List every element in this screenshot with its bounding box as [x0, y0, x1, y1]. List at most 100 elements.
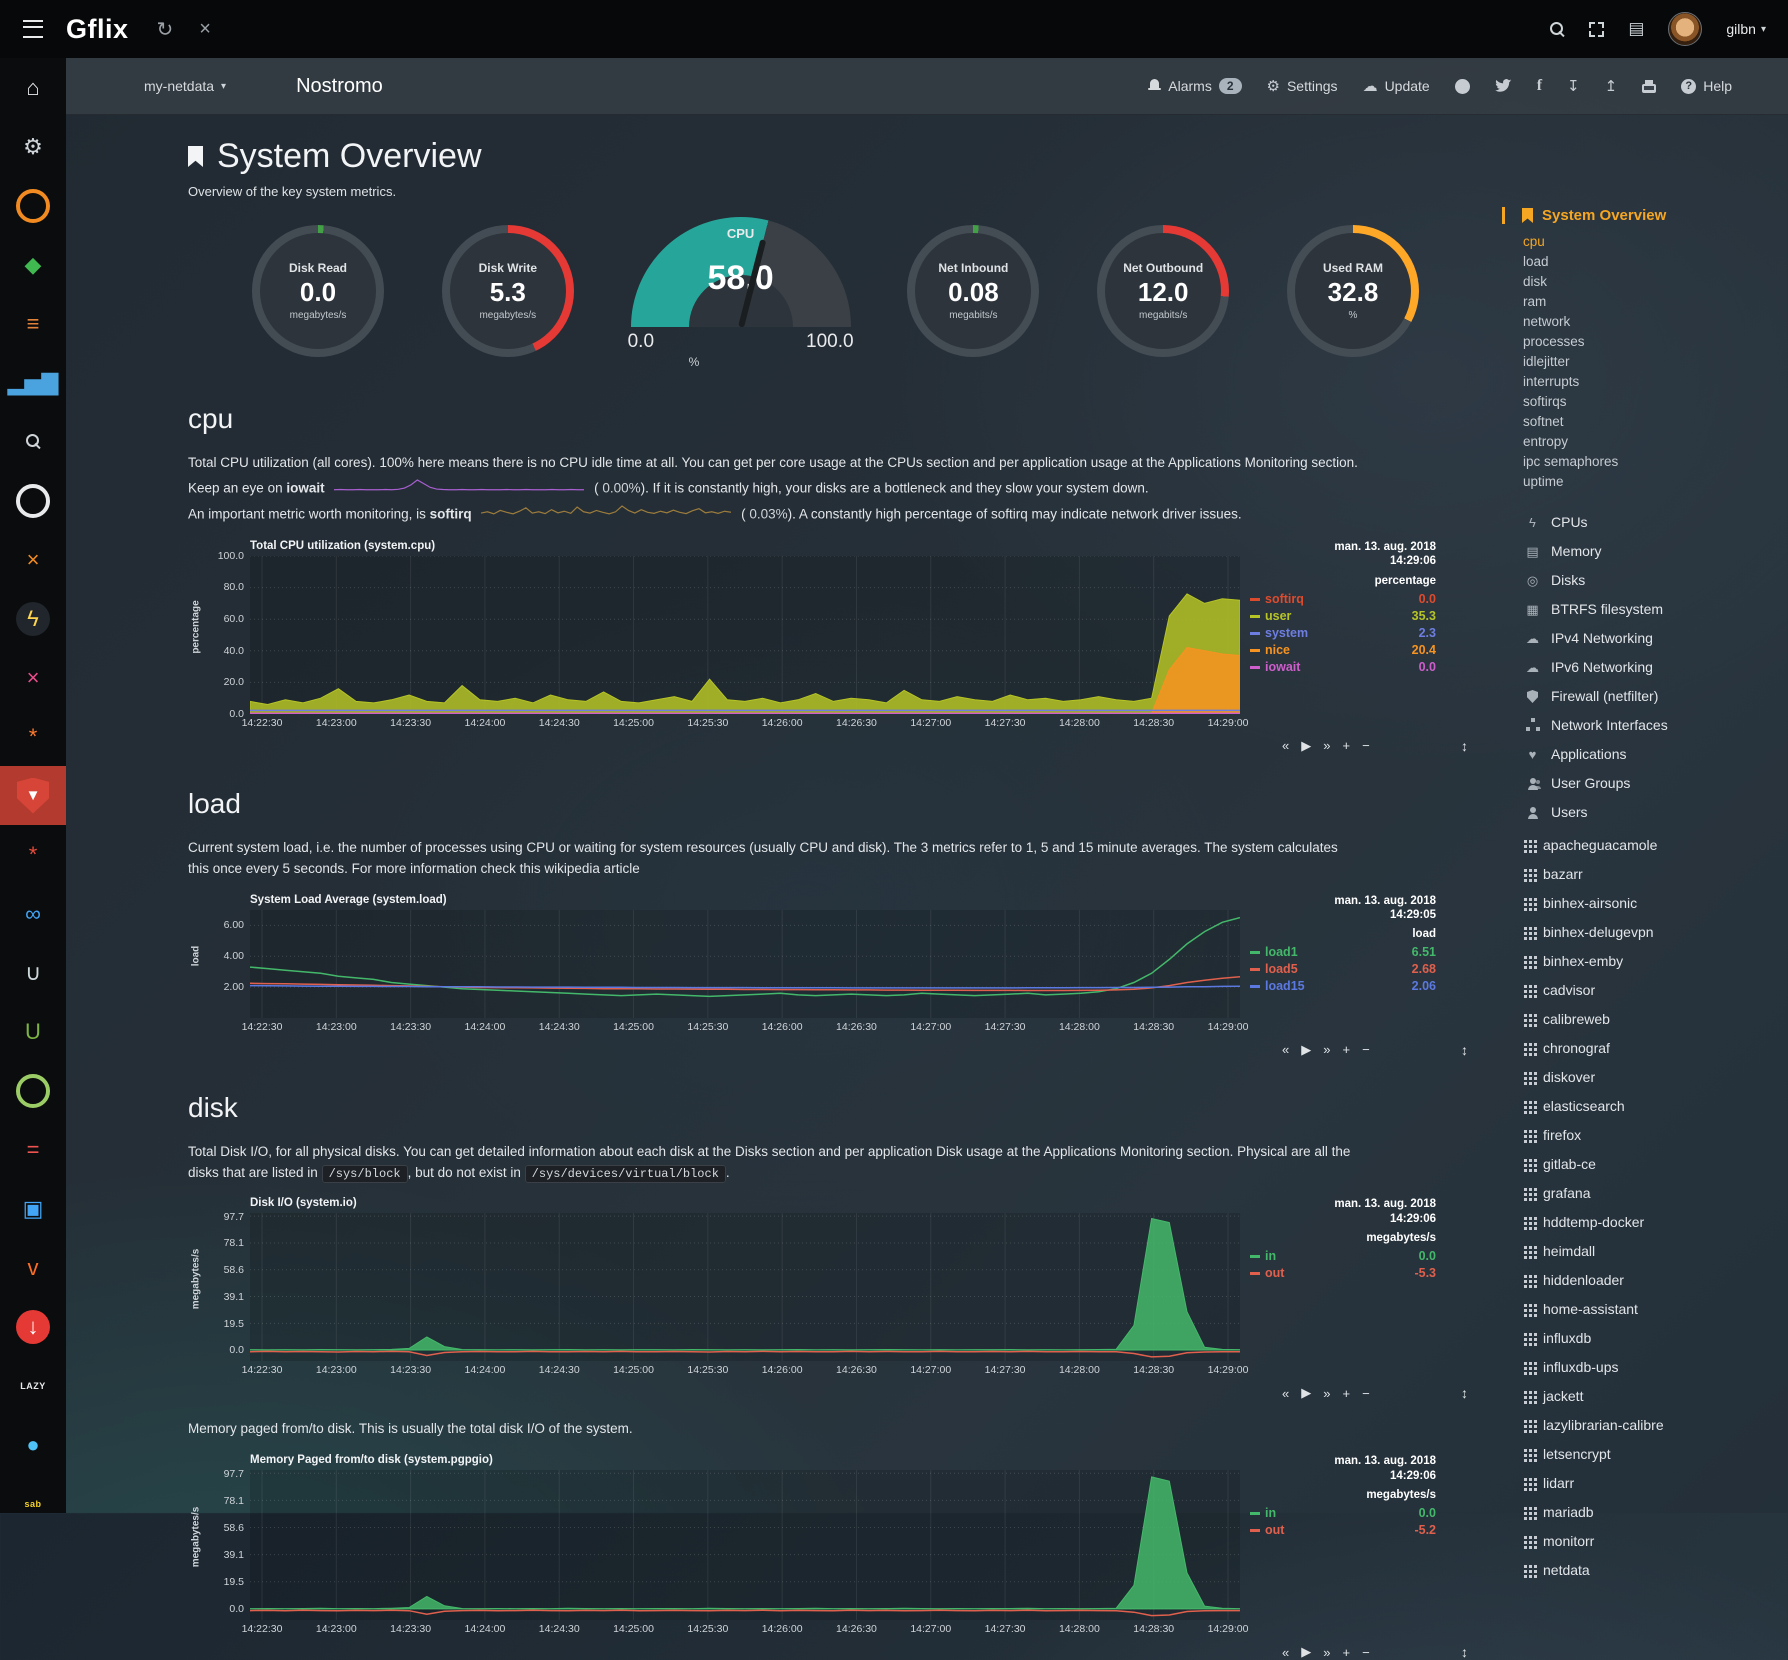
cpu-chart-canvas[interactable]: [250, 556, 1240, 714]
menu-app-hiddenloader[interactable]: hiddenloader: [1523, 1266, 1788, 1295]
menu-app-apacheguacamole[interactable]: apacheguacamole: [1523, 831, 1788, 860]
lightning-app-shortcut[interactable]: ϟ: [0, 589, 66, 648]
stacked-layers-app-shortcut[interactable]: ≡: [0, 294, 66, 353]
legend-entry-nice[interactable]: nice20.4: [1250, 642, 1436, 659]
submenu-item-ram[interactable]: ram: [1523, 292, 1788, 312]
submenu-item-softirqs[interactable]: softirqs: [1523, 392, 1788, 412]
zoom-in-button[interactable]: +: [1342, 1645, 1350, 1660]
submenu-item-interrupts[interactable]: interrupts: [1523, 372, 1788, 392]
play-button[interactable]: ▶: [1301, 1042, 1311, 1058]
orange-cross-app-shortcut[interactable]: ×: [0, 530, 66, 589]
forward-button[interactable]: »: [1323, 1042, 1330, 1057]
green-diamond-app-shortcut[interactable]: ◆: [0, 235, 66, 294]
search-icon[interactable]: [1550, 22, 1565, 37]
print-button[interactable]: [1642, 79, 1656, 93]
menu-app-elasticsearch[interactable]: elasticsearch: [1523, 1092, 1788, 1121]
used-ram-gauge[interactable]: Used RAM32.8%: [1278, 225, 1428, 357]
rewind-button[interactable]: «: [1282, 1042, 1289, 1057]
menu-app-influxdb[interactable]: influxdb: [1523, 1324, 1788, 1353]
submenu-item-load[interactable]: load: [1523, 252, 1788, 272]
cpu-gauge[interactable]: CPU58.00.0100.0%: [623, 217, 859, 369]
legend-entry-softirq[interactable]: softirq0.0: [1250, 591, 1436, 608]
submenu-item-ipc-semaphores[interactable]: ipc semaphores: [1523, 452, 1788, 472]
submenu-item-idlejitter[interactable]: idlejitter: [1523, 352, 1788, 372]
magnifier-app-shortcut[interactable]: [0, 412, 66, 471]
zoom-out-button[interactable]: −: [1362, 1042, 1370, 1057]
alarms-button[interactable]: Alarms 2: [1148, 78, 1241, 94]
rewind-button[interactable]: «: [1282, 738, 1289, 753]
zoom-out-button[interactable]: −: [1362, 1386, 1370, 1401]
zoom-in-button[interactable]: +: [1342, 1386, 1350, 1401]
menu-app-lidarr[interactable]: lidarr: [1523, 1469, 1788, 1498]
menu-app-gitlab-ce[interactable]: gitlab-ce: [1523, 1150, 1788, 1179]
resize-handle[interactable]: ↕: [1461, 1385, 1468, 1401]
pgpgio-chart-canvas[interactable]: [250, 1470, 1240, 1620]
zoom-in-button[interactable]: +: [1342, 1042, 1350, 1057]
red-flower-app-shortcut[interactable]: *: [0, 825, 66, 884]
hamburger-menu-icon[interactable]: [23, 20, 43, 38]
close-icon[interactable]: ×: [199, 18, 211, 41]
submenu-item-entropy[interactable]: entropy: [1523, 432, 1788, 452]
server-selector[interactable]: my-netdata ▾: [144, 78, 226, 94]
help-button[interactable]: ? Help: [1681, 78, 1732, 94]
settings-gear-shortcut[interactable]: ⚙: [0, 117, 66, 176]
red-download-app-shortcut[interactable]: ↓: [0, 1297, 66, 1356]
legend-entry-load5[interactable]: load52.68: [1250, 961, 1436, 978]
legend-entry-system[interactable]: system2.3: [1250, 625, 1436, 642]
menu-app-letsencrypt[interactable]: letsencrypt: [1523, 1440, 1788, 1469]
submenu-item-disk[interactable]: disk: [1523, 272, 1788, 292]
menu-ipv4-networking[interactable]: ☁IPv4 Networking: [1523, 624, 1788, 653]
red-bars-app-shortcut[interactable]: =: [0, 1120, 66, 1179]
submenu-item-cpu[interactable]: cpu: [1523, 232, 1788, 252]
menu-app-home-assistant[interactable]: home-assistant: [1523, 1295, 1788, 1324]
legend-entry-load1[interactable]: load16.51: [1250, 944, 1436, 961]
forward-button[interactable]: »: [1323, 738, 1330, 753]
home-shortcut[interactable]: ⌂: [0, 58, 66, 117]
sabnzbd-app-shortcut[interactable]: sab: [0, 1474, 66, 1533]
menu-user-groups[interactable]: User Groups: [1523, 769, 1788, 798]
menu-app-binhex-airsonic[interactable]: binhex-airsonic: [1523, 889, 1788, 918]
menu-applications[interactable]: ♥Applications: [1523, 740, 1788, 769]
menu-cpus[interactable]: ϟCPUs: [1523, 508, 1788, 537]
blue-photo-app-shortcut[interactable]: ▣: [0, 1179, 66, 1238]
rewind-button[interactable]: «: [1282, 1645, 1289, 1660]
menu-app-bazarr[interactable]: bazarr: [1523, 860, 1788, 889]
submenu-item-processes[interactable]: processes: [1523, 332, 1788, 352]
submenu-item-softnet[interactable]: softnet: [1523, 412, 1788, 432]
submenu-item-network[interactable]: network: [1523, 312, 1788, 332]
reader-icon[interactable]: ▤: [1628, 19, 1644, 39]
menu-app-lazylibrarian-calibre[interactable]: lazylibrarian-calibre: [1523, 1411, 1788, 1440]
gitlab-fox-app-shortcut[interactable]: v: [0, 1238, 66, 1297]
menu-app-heimdall[interactable]: heimdall: [1523, 1237, 1788, 1266]
forward-button[interactable]: »: [1323, 1386, 1330, 1401]
menu-app-influxdb-ups[interactable]: influxdb-ups: [1523, 1353, 1788, 1382]
legend-entry-load15[interactable]: load152.06: [1250, 978, 1436, 995]
green-u-app-shortcut[interactable]: U: [0, 1002, 66, 1061]
disk-write-gauge[interactable]: Disk Write5.3megabytes/s: [433, 225, 583, 357]
facebook-button[interactable]: f: [1537, 77, 1542, 95]
play-button[interactable]: ▶: [1301, 1385, 1311, 1401]
legend-entry-out[interactable]: out-5.2: [1250, 1522, 1436, 1539]
flame-app-shortcut[interactable]: *: [0, 707, 66, 766]
twitter-button[interactable]: [1495, 79, 1512, 93]
zoom-out-button[interactable]: −: [1362, 1645, 1370, 1660]
menu-app-cadvisor[interactable]: cadvisor: [1523, 976, 1788, 1005]
pink-cross-app-shortcut[interactable]: ×: [0, 648, 66, 707]
load-chart-canvas[interactable]: [250, 910, 1240, 1018]
net-inbound-gauge[interactable]: Net Inbound0.08megabits/s: [898, 225, 1048, 357]
menu-app-monitorr[interactable]: monitorr: [1523, 1527, 1788, 1556]
forward-button[interactable]: »: [1323, 1645, 1330, 1660]
white-ring-app-shortcut[interactable]: [0, 471, 66, 530]
rewind-button[interactable]: «: [1282, 1386, 1289, 1401]
blue-circles-app-shortcut[interactable]: ∞: [0, 884, 66, 943]
blue-drop-app-shortcut[interactable]: ●: [0, 1415, 66, 1474]
refresh-icon[interactable]: ↻: [157, 17, 174, 42]
menu-app-firefox[interactable]: firefox: [1523, 1121, 1788, 1150]
resize-handle[interactable]: ↕: [1461, 1644, 1468, 1660]
github-button[interactable]: [1455, 79, 1470, 94]
play-button[interactable]: ▶: [1301, 738, 1311, 754]
settings-button[interactable]: ⚙ Settings: [1267, 78, 1338, 94]
menu-app-chronograf[interactable]: chronograf: [1523, 1034, 1788, 1063]
menu-app-jackett[interactable]: jackett: [1523, 1382, 1788, 1411]
menu-network-interfaces[interactable]: Network Interfaces: [1523, 711, 1788, 740]
